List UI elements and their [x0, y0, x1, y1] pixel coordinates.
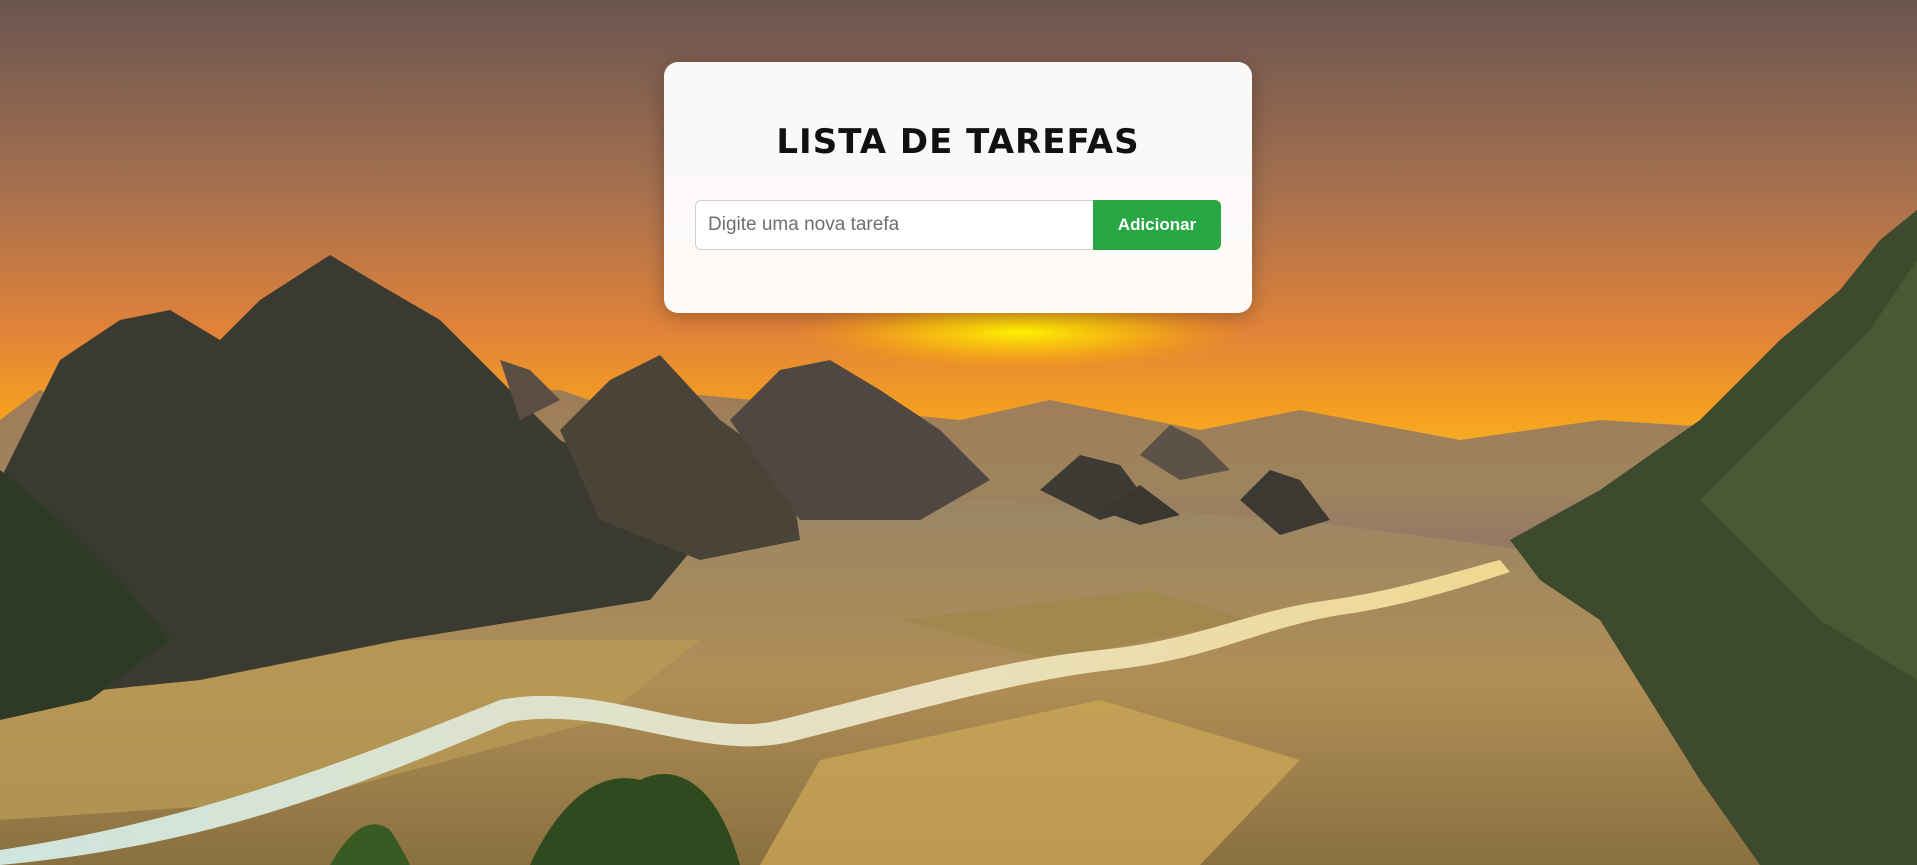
- add-task-form: Adicionar: [695, 200, 1221, 250]
- add-task-button[interactable]: Adicionar: [1093, 200, 1221, 250]
- page-title: LISTA DE TAREFAS: [776, 122, 1140, 162]
- todo-card: LISTA DE TAREFAS Adicionar: [664, 62, 1252, 313]
- new-task-input[interactable]: [695, 200, 1093, 250]
